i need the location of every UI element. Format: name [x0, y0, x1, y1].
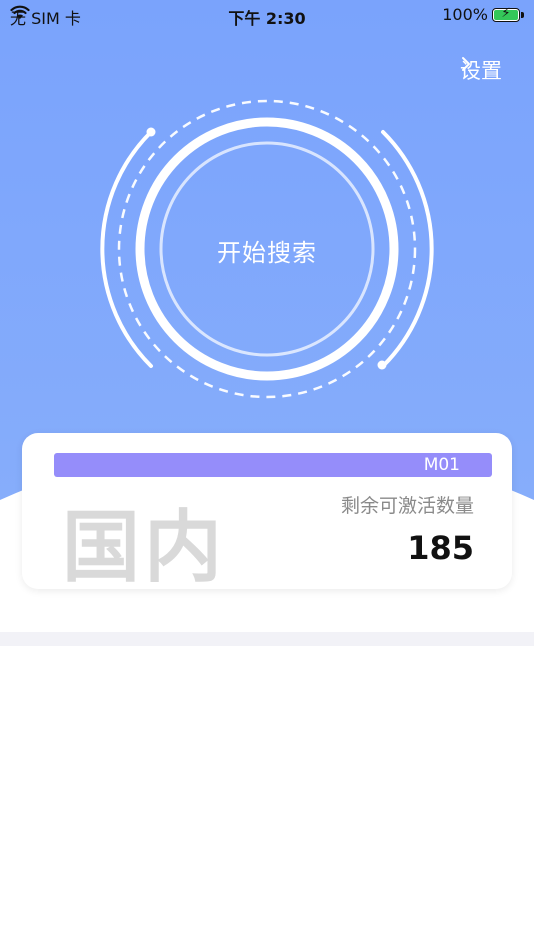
battery-charging-icon: ⚡ [492, 6, 524, 22]
start-search-label: 开始搜索 [217, 238, 317, 267]
start-search-button[interactable]: 开始搜索 [160, 144, 374, 356]
section-divider [0, 632, 534, 646]
status-bar: 无 SIM 卡 下午 2:30 100% ⚡ [0, 0, 534, 30]
remaining-count: 185 [407, 529, 474, 567]
quota-card: M01 国内 剩余可激活数量 185 [22, 433, 512, 589]
arc-dot-bottom [377, 360, 387, 370]
battery-percent: 100% [442, 5, 488, 24]
region-watermark: 国内 [62, 503, 227, 589]
remaining-label: 剩余可激活数量 [340, 495, 474, 517]
device-bar: M01 [54, 453, 492, 477]
arc-dot-top [146, 127, 156, 137]
settings-button[interactable]: 设置 [460, 55, 506, 85]
status-right: 100% ⚡ [442, 5, 524, 24]
device-label: M01 [423, 455, 460, 475]
